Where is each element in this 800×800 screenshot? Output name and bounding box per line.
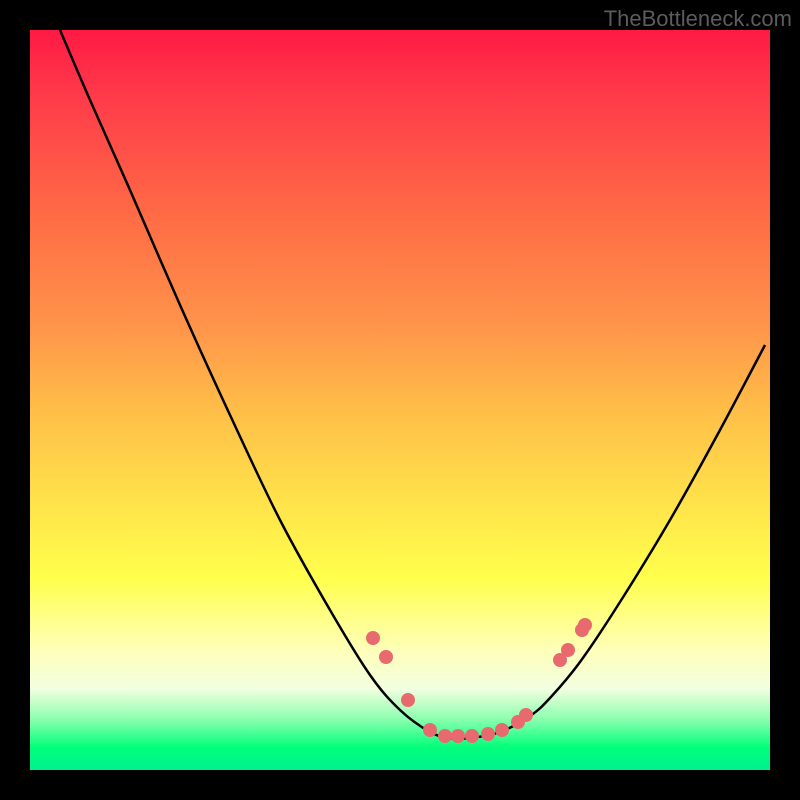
data-point [438,729,452,743]
data-point [451,729,465,743]
data-point [561,643,575,657]
data-point [379,650,393,664]
bottleneck-curve [60,30,765,739]
data-point [481,727,495,741]
chart-frame [30,30,770,770]
attribution-text: TheBottleneck.com [604,6,792,32]
data-point [401,693,415,707]
data-point [465,729,479,743]
data-point [578,618,592,632]
data-point [519,708,533,722]
data-point [423,723,437,737]
data-point [495,723,509,737]
data-points-group [366,618,592,743]
bottleneck-curve-svg [30,30,770,770]
data-point [366,631,380,645]
